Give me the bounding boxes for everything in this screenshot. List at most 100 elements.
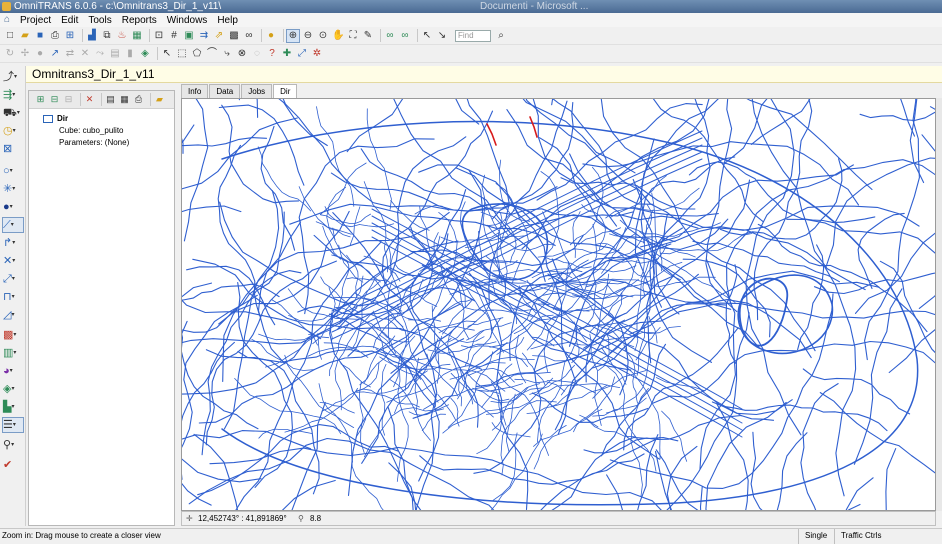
cross-tool-icon[interactable]: ✕▾ — [3, 254, 23, 268]
road-link — [346, 277, 387, 282]
pointer-icon[interactable]: ↖ — [161, 48, 173, 60]
chart-icon[interactable]: ▟ — [86, 30, 98, 42]
tree-collapse-icon[interactable]: ⊟ — [49, 94, 60, 105]
link-tool-icon[interactable]: ⟋▾ — [2, 217, 24, 233]
tab-jobs[interactable]: Jobs — [241, 84, 273, 98]
delete-icon[interactable]: ✕ — [79, 48, 91, 60]
network-map-canvas[interactable] — [182, 99, 936, 511]
find-input[interactable]: Find — [455, 29, 491, 42]
check-tool-icon[interactable]: ✔ — [3, 458, 23, 472]
refresh-icon[interactable]: ↻ — [4, 48, 16, 60]
binoculars-icon[interactable]: ⌕ — [495, 30, 507, 42]
assign-tool-icon[interactable]: ⇶▾ — [3, 88, 23, 102]
zoom-extent-icon[interactable]: ⛶ — [347, 30, 359, 42]
print-icon[interactable]: ⎙ — [49, 30, 61, 42]
table-edit-icon[interactable]: ▤ — [109, 48, 121, 60]
grid-select-icon[interactable]: ⊠ — [3, 142, 23, 156]
network-tool-icon[interactable]: ⛟▾ — [3, 106, 23, 120]
connect-icon[interactable]: ⤢ — [296, 48, 308, 60]
line-tool-icon[interactable]: ⤢▾ — [3, 272, 23, 286]
menu-windows[interactable]: Windows — [167, 15, 208, 26]
link-split-icon[interactable]: ⇄ — [64, 48, 76, 60]
road-link — [258, 428, 313, 439]
tab-info[interactable]: Info — [181, 84, 209, 98]
menu-project[interactable]: Project — [20, 15, 51, 26]
chart-bars-icon[interactable]: ▮ — [124, 48, 136, 60]
new-file-icon[interactable]: □ — [4, 30, 16, 42]
menu-tools[interactable]: Tools — [88, 15, 111, 26]
ruler-tool-icon[interactable]: ◿▾ — [3, 308, 23, 322]
tree-folder-icon[interactable]: ▰ — [154, 94, 165, 105]
graph-icon[interactable]: ♨ — [116, 30, 128, 42]
tree-delete-icon[interactable]: ✕ — [84, 94, 95, 105]
node-add-icon[interactable]: ✢ — [19, 48, 31, 60]
turn-tool-icon[interactable]: ↱▾ — [3, 236, 23, 250]
select-lasso-icon[interactable]: ⌒ — [206, 48, 218, 60]
magnifier-tool-icon[interactable]: ⚲▾ — [3, 438, 23, 452]
road-link — [340, 363, 371, 388]
layout-icon[interactable]: ⊡ — [153, 30, 165, 42]
image-icon[interactable]: ▩ — [228, 30, 240, 42]
map-scrollbar[interactable] — [936, 98, 942, 511]
network-map[interactable] — [181, 98, 936, 511]
tree-item-dir[interactable]: Dir — [43, 113, 174, 125]
link-merge-icon[interactable]: ⤳ — [94, 48, 106, 60]
menu-edit[interactable]: Edit — [61, 15, 78, 26]
edit-map-icon[interactable]: ✎ — [362, 30, 374, 42]
routing-tool-icon[interactable]: ⤴▾ — [3, 70, 23, 84]
select-box-icon[interactable]: ⬚ — [176, 48, 188, 60]
tab-data[interactable]: Data — [209, 84, 241, 98]
clock-icon[interactable]: ◷▾ — [3, 124, 23, 138]
tree-report-icon[interactable]: ▦ — [119, 94, 130, 105]
zoom-in-icon[interactable]: ⊕ — [286, 28, 300, 43]
route-icon[interactable]: ⇉ — [198, 30, 210, 42]
select-arrow-icon[interactable]: ↖ — [421, 30, 433, 42]
open-folder-icon[interactable]: ▰ — [19, 30, 31, 42]
circle-tool-icon[interactable]: ○▾ — [3, 164, 23, 178]
binoculars-left-icon[interactable]: ∞ — [384, 30, 396, 42]
road-link — [465, 235, 527, 248]
grid-icon[interactable]: # — [168, 30, 180, 42]
status-bar: Zoom in: Drag mouse to create a closer v… — [0, 528, 942, 544]
tab-dir[interactable]: Dir — [273, 84, 298, 99]
zoom-icon[interactable]: ⊙ — [317, 30, 329, 42]
star-tool-icon[interactable]: ✳▾ — [3, 182, 23, 196]
add-node-icon[interactable]: ✚ — [281, 48, 293, 60]
export-icon[interactable]: ⇗ — [213, 30, 225, 42]
select-path-icon[interactable]: ⤷ — [221, 48, 233, 60]
pan-hand-icon[interactable]: ✋ — [332, 30, 344, 42]
menu-help[interactable]: Help — [217, 15, 238, 26]
histogram-tool-icon[interactable]: ▙▾ — [3, 400, 23, 414]
table-icon[interactable]: ▦ — [131, 30, 143, 42]
list-tool-icon[interactable]: ☰▾ — [2, 417, 24, 433]
tree-level-icon[interactable]: ⊟ — [63, 94, 74, 105]
tree-expand-icon[interactable]: ⊞ — [35, 94, 46, 105]
tree-table-icon[interactable]: ▤ — [105, 94, 116, 105]
node-icon[interactable]: ● — [34, 48, 46, 60]
save-icon[interactable]: ■ — [34, 30, 46, 42]
bars-tool-icon[interactable]: ▥▾ — [3, 346, 23, 360]
binoculars-right-icon[interactable]: ∞ — [399, 30, 411, 42]
palette-tool-icon[interactable]: ▩▾ — [3, 328, 23, 342]
link-icon[interactable]: ∞ — [243, 30, 255, 42]
print-preview-icon[interactable]: ⊞ — [64, 30, 76, 42]
layer-tool-icon[interactable]: ◈▾ — [3, 382, 23, 396]
pie-tool-icon[interactable]: ◕▾ — [3, 364, 23, 378]
map-icon[interactable]: ▣ — [183, 30, 195, 42]
select-poly-icon[interactable]: ⬠ — [191, 48, 203, 60]
point-tool-icon[interactable]: ●▾ — [3, 200, 23, 214]
layer-icon[interactable]: ◈ — [139, 48, 151, 60]
zoom-out-icon[interactable]: ⊖ — [302, 30, 314, 42]
help-query-icon[interactable]: ? — [266, 48, 278, 60]
query-icon[interactable]: ◌ — [251, 48, 263, 60]
menu-reports[interactable]: Reports — [122, 15, 157, 26]
bus-tool-icon[interactable]: ⊓▾ — [3, 290, 23, 304]
copy-icon[interactable]: ⧉ — [101, 30, 113, 42]
record-icon[interactable]: ● — [265, 30, 277, 42]
select-area-icon[interactable]: ⊗ — [236, 48, 248, 60]
link-draw-icon[interactable]: ↗ — [49, 48, 61, 60]
select-multi-icon[interactable]: ↘ — [436, 30, 448, 42]
tree-print-icon[interactable]: ⎙ — [133, 94, 144, 105]
project-menu-icon[interactable]: ⌂ — [4, 15, 14, 25]
zone-icon[interactable]: ✲ — [311, 48, 323, 60]
